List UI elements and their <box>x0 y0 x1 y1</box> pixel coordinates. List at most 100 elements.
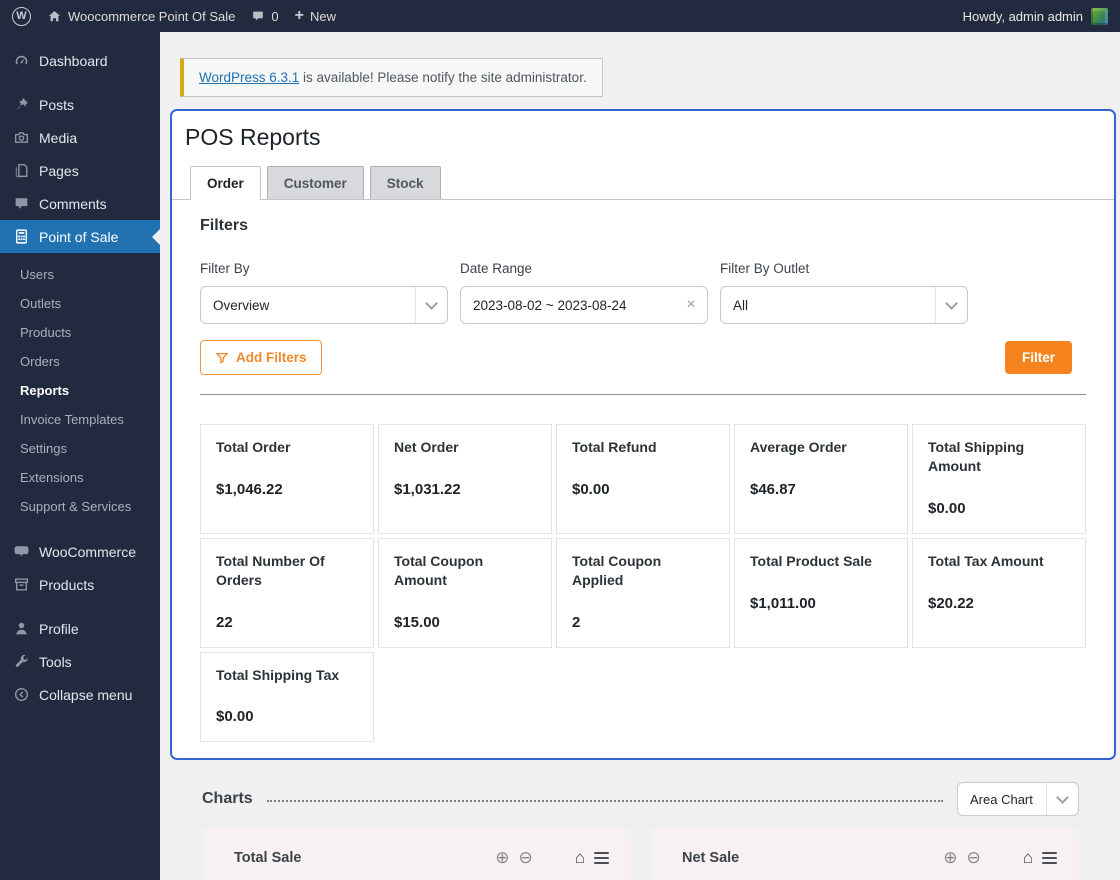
wordpress-logo-icon: W <box>12 6 31 26</box>
comment-icon <box>13 195 30 212</box>
filter-by-label: Filter By <box>200 261 250 276</box>
sidebar-subitem-products[interactable]: Products <box>0 318 160 347</box>
outlet-value: All <box>733 297 749 313</box>
sidebar-item-label: Tools <box>39 653 72 670</box>
chart-menu-icon[interactable] <box>1042 852 1057 864</box>
date-range-value: 2023-08-02 ~ 2023-08-24 <box>473 297 627 313</box>
sidebar-item-collapse-menu[interactable]: Collapse menu <box>0 678 160 711</box>
sidebar-item-profile[interactable]: Profile <box>0 612 160 645</box>
stat-label: Total Number Of Orders <box>216 552 325 588</box>
stat-label: Total Shipping Amount <box>928 439 1025 474</box>
admin-bar-new-button[interactable]: + New <box>295 8 336 24</box>
stat-card-total-shipping-tax: Total Shipping Tax $0.00 <box>200 651 374 743</box>
box-icon <box>13 576 30 593</box>
filter-by-select[interactable]: Overview <box>200 286 448 324</box>
pages-icon <box>13 162 30 179</box>
chart-menu-icon[interactable] <box>594 852 609 864</box>
filters-heading: Filters <box>200 217 249 234</box>
stat-value: 22 <box>216 613 233 631</box>
avatar[interactable] <box>1091 7 1108 25</box>
sidebar-item-dashboard[interactable]: Dashboard <box>0 44 160 77</box>
tab-stock[interactable]: Stock <box>369 166 441 199</box>
stat-card-total-product-sale: Total Product Sale $1,011.00 <box>734 537 908 648</box>
chart-title: Total Sale <box>234 849 302 866</box>
filter-row: Filter By Overview Date Range 2023-08-02… <box>200 261 1086 324</box>
chevron-down-icon <box>935 287 967 323</box>
page-title: POS Reports <box>185 124 321 150</box>
sidebar-item-label: Profile <box>39 620 79 637</box>
zoom-in-icon[interactable]: ⊕ <box>495 849 509 866</box>
date-range-input[interactable]: 2023-08-02 ~ 2023-08-24 × <box>460 286 708 324</box>
wordpress-update-link[interactable]: WordPress 6.3.1 <box>199 70 299 85</box>
stat-value: $0.00 <box>572 480 610 498</box>
funnel-icon <box>215 352 229 364</box>
sidebar-subitem-invoice-templates[interactable]: Invoice Templates <box>0 405 160 434</box>
new-label: New <box>309 8 336 24</box>
charts-section: Charts Area Chart Total Sale ⊕ ⊖ ⌂ Net S… <box>170 782 1116 880</box>
sidebar-item-label: Point of Sale <box>39 228 119 245</box>
sidebar-subitem-settings[interactable]: Settings <box>0 434 160 463</box>
sidebar-item-posts[interactable]: Posts <box>0 88 160 121</box>
add-filters-button[interactable]: Add Filters <box>200 340 322 375</box>
stat-card-total-coupon-applied: Total Coupon Applied 2 <box>556 537 730 648</box>
zoom-out-icon[interactable]: ⊖ <box>966 849 980 866</box>
chart-title: Net Sale <box>682 849 740 866</box>
pos-reports-panel: POS Reports Order Customer Stock Filters… <box>170 109 1116 761</box>
wordpress-logo[interactable]: W <box>12 6 31 26</box>
stat-value: $15.00 <box>394 613 440 631</box>
sidebar-item-products[interactable]: Products <box>0 568 160 601</box>
add-filters-label: Add Filters <box>236 350 307 365</box>
site-name-link[interactable]: Woocommerce Point Of Sale <box>47 9 235 24</box>
chart-home-icon[interactable]: ⌂ <box>575 849 585 866</box>
sidebar-item-label: Collapse menu <box>39 686 133 703</box>
stat-card-total-shipping-amount: Total Shipping Amount $0.00 <box>912 424 1086 534</box>
sidebar-subitem-reports[interactable]: Reports <box>0 376 160 405</box>
zoom-in-icon[interactable]: ⊕ <box>943 849 957 866</box>
chart-type-select[interactable]: Area Chart <box>957 782 1079 817</box>
comments-count: 0 <box>271 8 279 24</box>
stat-card-total-number-of-orders: Total Number Of Orders 22 <box>200 537 374 648</box>
stat-value: $0.00 <box>928 499 966 517</box>
tab-order[interactable]: Order <box>190 166 261 200</box>
tab-customer[interactable]: Customer <box>266 166 364 199</box>
sidebar-subitem-orders[interactable]: Orders <box>0 347 160 376</box>
update-notice-text: is available! Please notify the site adm… <box>299 70 587 85</box>
date-range-label: Date Range <box>460 261 533 276</box>
stat-card-total-coupon-amount: Total Coupon Amount $15.00 <box>378 537 552 648</box>
sidebar-item-label: Dashboard <box>39 52 108 69</box>
filter-button[interactable]: Filter <box>1004 341 1072 374</box>
stat-label: Total Shipping Tax <box>216 666 340 683</box>
outlet-select[interactable]: All <box>720 286 968 324</box>
stat-value: $20.22 <box>928 594 974 612</box>
sidebar-item-tools[interactable]: Tools <box>0 645 160 678</box>
zoom-out-icon[interactable]: ⊖ <box>518 849 532 866</box>
clear-date-icon[interactable]: × <box>675 296 707 314</box>
sidebar-subitem-support[interactable]: Support & Services <box>0 492 160 521</box>
stats-grid: Total Order $1,046.22 Net Order $1,031.2… <box>200 424 1086 743</box>
stat-card-total-refund: Total Refund $0.00 <box>556 424 730 534</box>
sidebar-subitem-extensions[interactable]: Extensions <box>0 463 160 492</box>
sidebar-subitem-users[interactable]: Users <box>0 260 160 289</box>
sidebar-subitem-outlets[interactable]: Outlets <box>0 289 160 318</box>
sidebar-item-label: Pages <box>39 162 79 179</box>
calculator-icon <box>13 228 30 245</box>
update-notice: WordPress 6.3.1 is available! Please not… <box>180 58 603 97</box>
chevron-down-icon <box>415 287 447 323</box>
stat-card-average-order: Average Order $46.87 <box>734 424 908 534</box>
pushpin-icon <box>13 96 30 113</box>
stat-card-total-order: Total Order $1,046.22 <box>200 424 374 534</box>
chart-home-icon[interactable]: ⌂ <box>1023 849 1033 866</box>
stat-label: Net Order <box>394 439 459 455</box>
sidebar-item-media[interactable]: Media <box>0 121 160 154</box>
sidebar-item-comments[interactable]: Comments <box>0 187 160 220</box>
stat-value: 2 <box>572 613 581 631</box>
chevron-down-icon <box>1046 783 1078 816</box>
dotted-divider <box>266 799 943 802</box>
filter-actions: Add Filters Filter <box>200 340 1086 375</box>
howdy-text[interactable]: Howdy, admin admin <box>963 9 1083 24</box>
chart-type-value: Area Chart <box>970 791 1033 807</box>
sidebar-item-pages[interactable]: Pages <box>0 154 160 187</box>
sidebar-item-point-of-sale[interactable]: Point of Sale <box>0 220 160 253</box>
admin-bar-comments[interactable]: 0 <box>251 8 279 24</box>
sidebar-item-woocommerce[interactable]: WooCommerce <box>0 535 160 568</box>
